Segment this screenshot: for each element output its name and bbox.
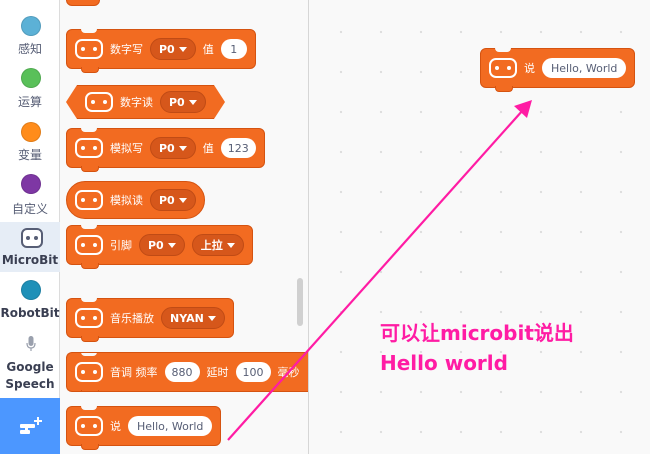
play-tone-block[interactable]: 音调 频率 880 延时 100 毫秒: [66, 352, 308, 392]
text-input[interactable]: Hello, World: [542, 58, 627, 78]
block-label: 延时: [206, 366, 229, 379]
block-label: 数字写: [110, 43, 143, 56]
category-operators[interactable]: 运算: [0, 64, 60, 116]
caret-down-icon: [188, 99, 197, 105]
microbit-icon: [75, 235, 103, 255]
microbit-icon: [75, 138, 103, 158]
microphone-icon: [26, 336, 36, 351]
pin-dropdown[interactable]: P0: [150, 137, 196, 159]
play-music-block[interactable]: 音乐播放 NYAN: [66, 298, 234, 342]
microbit-icon: [75, 362, 103, 382]
block-label: 模拟写: [110, 142, 143, 155]
workspace-say-block[interactable]: 说 Hello, World: [480, 48, 636, 92]
category-label: 运算: [17, 95, 42, 109]
say-block[interactable]: 说 Hello, World: [66, 406, 222, 450]
category-robotbit[interactable]: RobotBit: [0, 278, 60, 330]
block-label: 数字读: [120, 96, 153, 109]
pin-dropdown[interactable]: P0: [160, 91, 206, 113]
microbit-icon: [75, 308, 103, 328]
digital-read-block[interactable]: 数字读 P0: [66, 85, 225, 119]
microbit-icon: [85, 92, 113, 112]
category-google-speech[interactable]: Google Speech: [0, 332, 60, 394]
robotbit-color-dot: [21, 280, 41, 300]
block-partial-top[interactable]: [66, 0, 100, 6]
caret-down-icon: [178, 197, 187, 203]
category-sensing[interactable]: 感知: [0, 12, 60, 64]
caret-down-icon: [178, 46, 187, 52]
dropdown-value: P0: [148, 238, 164, 252]
annotation-line-2: Hello world: [380, 351, 508, 375]
block-label: 值: [202, 43, 214, 56]
add-extension-button[interactable]: [0, 398, 60, 454]
text-input[interactable]: Hello, World: [128, 416, 213, 436]
pin-dropdown[interactable]: P0: [139, 234, 185, 256]
microbit-icon: [75, 190, 103, 210]
analog-read-block[interactable]: 模拟读 P0: [66, 181, 205, 219]
block-label: 模拟读: [110, 194, 143, 207]
caret-down-icon: [226, 242, 235, 248]
category-my-blocks[interactable]: 自定义: [0, 170, 60, 222]
my-blocks-color-dot: [21, 174, 41, 194]
caret-down-icon: [167, 242, 176, 248]
add-extension-icon: [20, 417, 42, 434]
microbit-icon: [489, 58, 517, 78]
sensing-color-dot: [21, 16, 41, 36]
block-label: 说: [524, 62, 535, 75]
microbit-icon: [75, 416, 103, 436]
caret-down-icon: [207, 315, 216, 321]
block-label: 音乐播放: [110, 312, 154, 325]
microbit-icon: [75, 39, 103, 59]
pin-dropdown[interactable]: P0: [150, 38, 196, 60]
category-label: MicroBit: [1, 253, 59, 267]
operators-color-dot: [21, 68, 41, 88]
delay-input[interactable]: 100: [235, 362, 271, 382]
dropdown-value: P0: [159, 141, 175, 155]
variables-color-dot: [21, 122, 41, 142]
pin-pull-block[interactable]: 引脚 P0 上拉: [66, 225, 253, 269]
dropdown-value: P0: [159, 42, 175, 56]
value-input[interactable]: 1: [220, 39, 247, 59]
block-label: 引脚: [110, 239, 132, 252]
category-label: 自定义: [11, 202, 48, 216]
dropdown-value: P0: [169, 95, 185, 109]
annotation-line-1: 可以让microbit说出: [380, 321, 574, 345]
category-label: Google Speech: [5, 360, 55, 391]
dropdown-value: 上拉: [200, 239, 223, 252]
category-menu: 感知 运算 变量 自定义 MicroBit RobotBit Google Sp…: [0, 0, 60, 454]
dropdown-value: P0: [159, 193, 175, 207]
song-dropdown[interactable]: NYAN: [161, 307, 225, 329]
block-label: 音调 频率: [110, 366, 158, 379]
annotation-text: 可以让microbit说出 Hello world: [380, 318, 574, 378]
block-label: 说: [110, 420, 121, 433]
microbit-icon: [21, 228, 43, 248]
pull-mode-dropdown[interactable]: 上拉: [191, 234, 244, 256]
pin-dropdown[interactable]: P0: [150, 189, 196, 211]
palette-scrollbar[interactable]: [297, 278, 303, 326]
category-label: RobotBit: [0, 306, 60, 320]
dropdown-value: NYAN: [170, 311, 204, 325]
digital-write-block[interactable]: 数字写 P0 值 1: [66, 29, 256, 73]
category-variables[interactable]: 变量: [0, 118, 60, 170]
analog-write-block[interactable]: 模拟写 P0 值 123: [66, 128, 265, 172]
category-label: 感知: [17, 42, 42, 56]
caret-down-icon: [178, 145, 187, 151]
category-microbit[interactable]: MicroBit: [0, 222, 60, 272]
block-label: 毫秒: [277, 366, 300, 379]
category-label: 变量: [17, 148, 42, 162]
value-input[interactable]: 123: [220, 138, 256, 158]
frequency-input[interactable]: 880: [164, 362, 200, 382]
block-label: 值: [202, 142, 214, 155]
